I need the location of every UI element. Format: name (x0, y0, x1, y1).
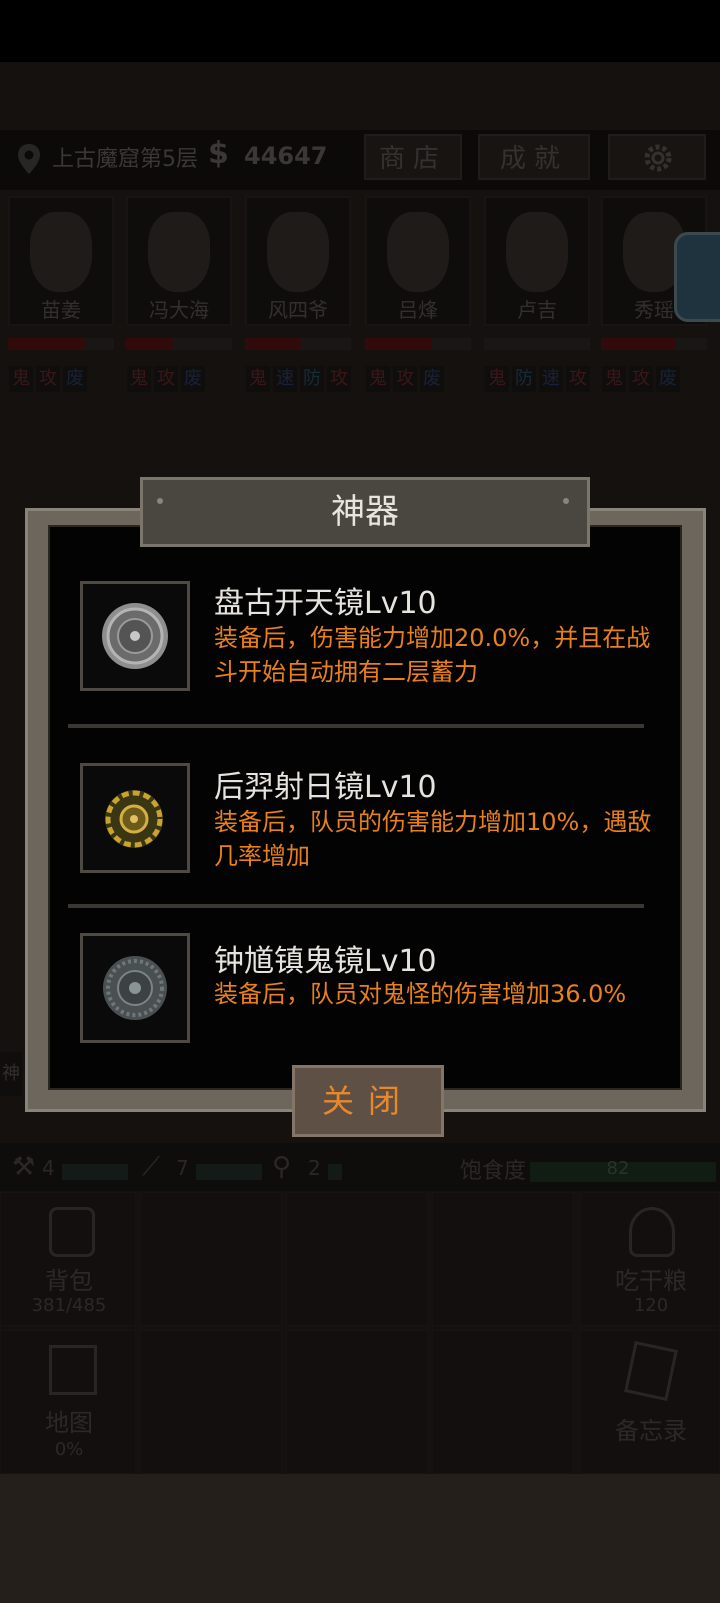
close-button[interactable]: 关闭 (292, 1065, 444, 1137)
status-bar (0, 0, 720, 62)
item-name: 钟馗镇鬼镜Lv10 (214, 944, 437, 979)
bronze-mirror-icon (103, 956, 167, 1020)
divider (68, 724, 644, 728)
navigation-bar (0, 1474, 720, 1603)
item-description: 装备后，伤害能力增加20.0%，并且在战斗开始自动拥有二层蓄力 (214, 624, 651, 686)
item-icon-frame[interactable] (80, 581, 190, 691)
item-icon-frame[interactable] (80, 763, 190, 873)
gold-mirror-icon (105, 790, 163, 848)
item-description: 装备后，队员对鬼怪的伤害增加36.0% (214, 980, 627, 1008)
divider (68, 904, 644, 908)
silver-mirror-icon (102, 603, 168, 669)
item-description: 装备后，队员的伤害能力增加10%，遇敌几率增加 (214, 808, 652, 870)
item-name: 盘古开天镜Lv10 (214, 586, 437, 621)
item-icon-frame[interactable] (80, 933, 190, 1043)
dialog-title: 神器 (331, 492, 399, 532)
item-name: 后羿射日镜Lv10 (214, 770, 437, 805)
